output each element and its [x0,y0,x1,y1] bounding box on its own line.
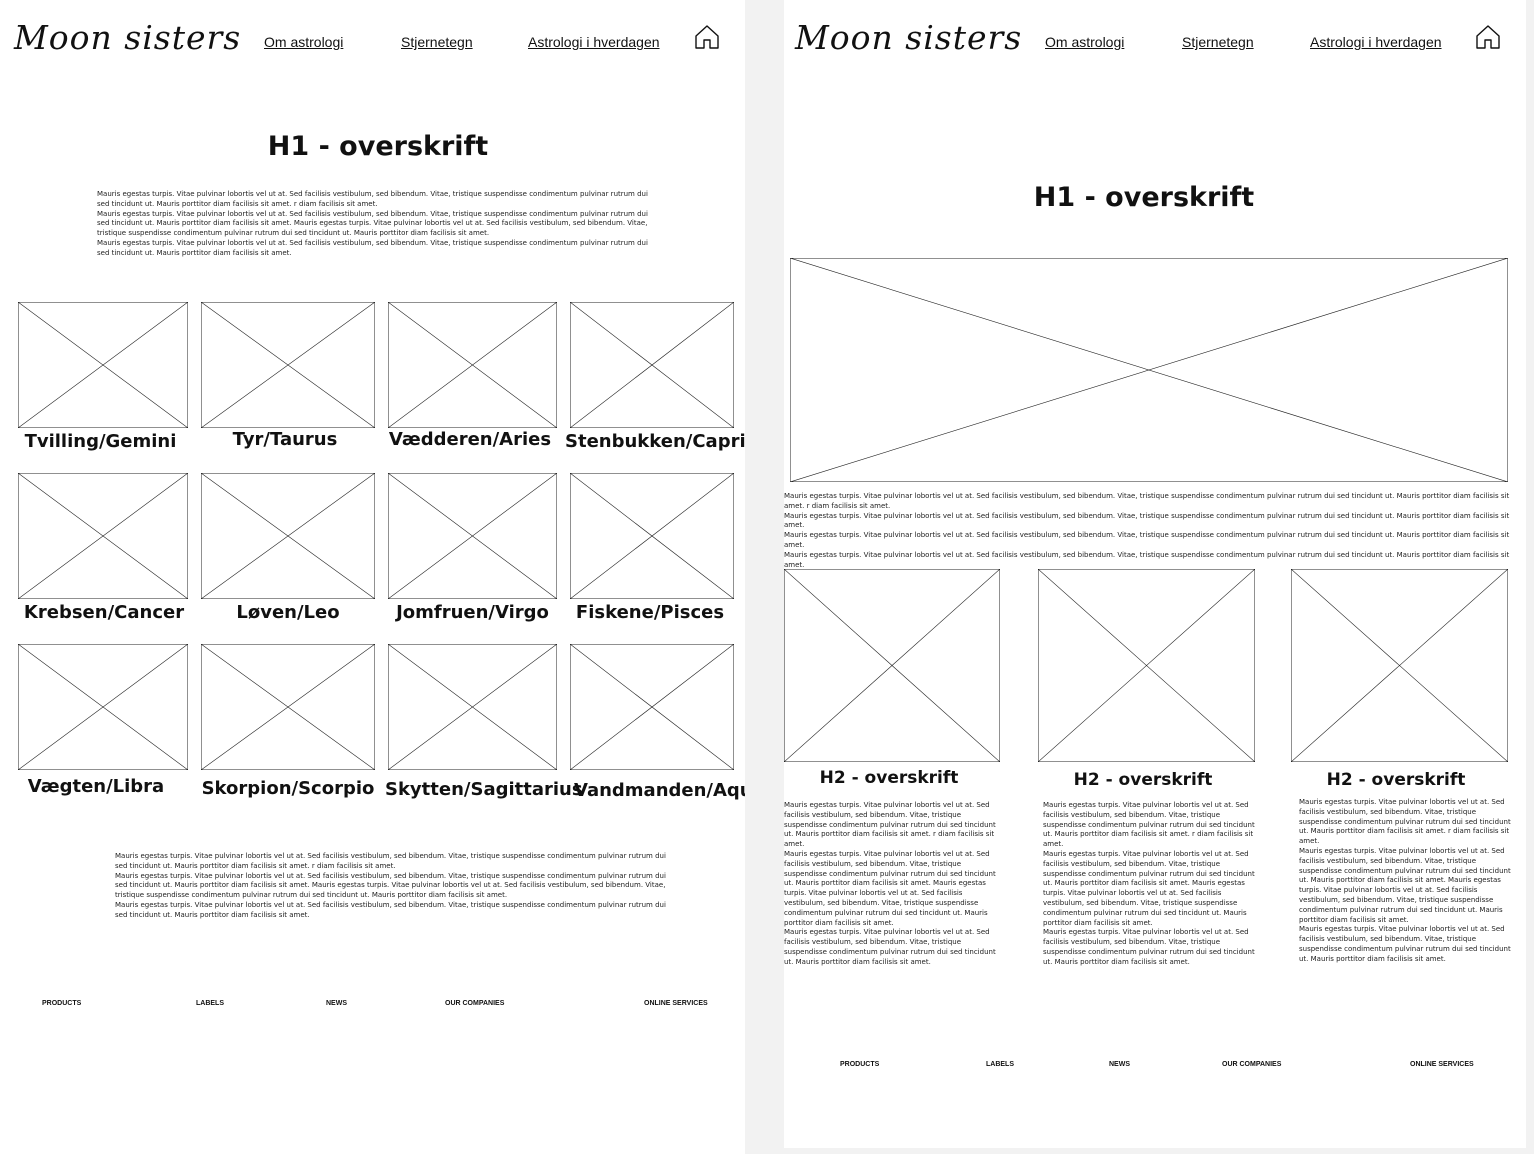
card-paragraph: Mauris egestas turpis. Vitae pulvinar lo… [1043,928,1255,966]
card-image-placeholder[interactable] [1038,569,1255,762]
card-paragraph: Mauris egestas turpis. Vitae pulvinar lo… [784,801,996,849]
footer-labels[interactable]: LABELS [986,1061,1014,1068]
zodiac-label[interactable]: Stenbukken/Caprico [565,431,745,452]
nav-om-astrologi[interactable]: Om astrologi [1045,34,1124,50]
capricorn-image-placeholder[interactable] [570,302,734,428]
footer-our-companies[interactable]: OUR COMPANIES [445,1000,504,1007]
intro-paragraph: Mauris egestas turpis. Vitae pulvinar lo… [97,190,648,208]
card-heading: H2 - overskrift [819,768,959,788]
hero-paragraph: Mauris egestas turpis. Vitae pulvinar lo… [784,492,1510,510]
logo[interactable]: Moon sisters [795,18,1022,57]
outro-paragraph: Mauris egestas turpis. Vitae pulvinar lo… [115,852,666,870]
libra-image-placeholder[interactable] [18,644,188,770]
card-text: Mauris egestas turpis. Vitae pulvinar lo… [1299,798,1517,965]
pisces-image-placeholder[interactable] [570,473,734,599]
intro-paragraph: Mauris egestas turpis. Vitae pulvinar lo… [97,238,648,257]
nav-stjernetegn[interactable]: Stjernetegn [1182,34,1254,50]
gemini-image-placeholder[interactable] [18,302,188,428]
outro-paragraph: Mauris egestas turpis. Vitae pulvinar lo… [115,900,666,919]
page-title: H1 - overskrift [267,131,489,162]
zodiac-label[interactable]: Vædderen/Aries [388,429,552,450]
card-heading: H2 - overskrift [1326,770,1466,790]
footer-labels[interactable]: LABELS [196,1000,224,1007]
zodiac-label[interactable]: Vandmanden/Aqua [574,780,745,801]
nav-stjernetegn[interactable]: Stjernetegn [401,34,473,50]
taurus-image-placeholder[interactable] [201,302,375,428]
page-title: H1 - overskrift [1033,182,1255,213]
nav-om-astrologi[interactable]: Om astrologi [264,34,343,50]
card-paragraph: Mauris egestas turpis. Vitae pulvinar lo… [1043,801,1255,849]
card-paragraph: Mauris egestas turpis. Vitae pulvinar lo… [784,928,996,966]
nav-astrologi-i-hverdagen[interactable]: Astrologi i hverdagen [1310,34,1442,50]
zodiac-label[interactable]: Jomfruen/Virgo [388,602,557,623]
zodiac-label[interactable]: Løven/Leo [201,602,375,623]
card-paragraph: Mauris egestas turpis. Vitae pulvinar lo… [1299,925,1511,963]
zodiac-label[interactable]: Skorpion/Scorpio [201,778,375,799]
zodiac-label[interactable]: Skytten/Sagittarius [385,779,583,800]
card-paragraph: Mauris egestas turpis. Vitae pulvinar lo… [1299,798,1511,846]
card-image-placeholder[interactable] [1291,569,1508,762]
outro-text: Mauris egestas turpis. Vitae pulvinar lo… [115,852,671,921]
card-text: Mauris egestas turpis. Vitae pulvinar lo… [784,801,1002,968]
hero-image-placeholder[interactable] [790,258,1508,482]
intro-paragraph: Mauris egestas turpis. Vitae pulvinar lo… [97,209,648,238]
footer-products[interactable]: PRODUCTS [840,1061,879,1068]
footer-online-services[interactable]: ONLINE SERVICES [1410,1061,1474,1068]
zodiac-label[interactable]: Tyr/Taurus [201,429,369,450]
leo-image-placeholder[interactable] [201,473,375,599]
card-paragraph: Mauris egestas turpis. Vitae pulvinar lo… [1043,849,1255,927]
zodiac-overview-page: Moon sisters Om astrologi Stjernetegn As… [0,0,745,1154]
aquarius-image-placeholder[interactable] [570,644,734,770]
card-heading: H2 - overskrift [1073,770,1213,790]
hero-paragraph: Mauris egestas turpis. Vitae pulvinar lo… [784,511,1510,530]
footer-online-services[interactable]: ONLINE SERVICES [644,1000,708,1007]
intro-text: Mauris egestas turpis. Vitae pulvinar lo… [97,190,653,259]
zodiac-label[interactable]: Tvilling/Gemini [18,431,183,452]
zodiac-label[interactable]: Krebsen/Cancer [18,602,190,623]
sagittarius-image-placeholder[interactable] [388,644,557,770]
hero-paragraph: Mauris egestas turpis. Vitae pulvinar lo… [784,531,1510,549]
home-icon[interactable] [1475,24,1501,50]
nav-astrologi-i-hverdagen[interactable]: Astrologi i hverdagen [528,34,660,50]
zodiac-label[interactable]: Fiskene/Pisces [570,602,730,623]
article-page: Moon sisters Om astrologi Stjernetegn As… [784,0,1526,1148]
aries-image-placeholder[interactable] [388,302,557,428]
cancer-image-placeholder[interactable] [18,473,188,599]
footer-news[interactable]: NEWS [1109,1061,1130,1068]
card-image-placeholder[interactable] [784,569,1000,762]
zodiac-label[interactable]: Vægten/Libra [18,776,174,797]
home-icon[interactable] [694,24,720,50]
card-paragraph: Mauris egestas turpis. Vitae pulvinar lo… [784,849,996,927]
card-paragraph: Mauris egestas turpis. Vitae pulvinar lo… [1299,846,1511,924]
footer-news[interactable]: NEWS [326,1000,347,1007]
card-text: Mauris egestas turpis. Vitae pulvinar lo… [1043,801,1261,968]
hero-paragraph: Mauris egestas turpis. Vitae pulvinar lo… [784,550,1510,569]
logo[interactable]: Moon sisters [14,18,241,57]
virgo-image-placeholder[interactable] [388,473,557,599]
outro-paragraph: Mauris egestas turpis. Vitae pulvinar lo… [115,871,666,900]
scorpio-image-placeholder[interactable] [201,644,375,770]
hero-text: Mauris egestas turpis. Vitae pulvinar lo… [784,492,1514,570]
footer-products[interactable]: PRODUCTS [42,1000,81,1007]
footer-our-companies[interactable]: OUR COMPANIES [1222,1061,1281,1068]
